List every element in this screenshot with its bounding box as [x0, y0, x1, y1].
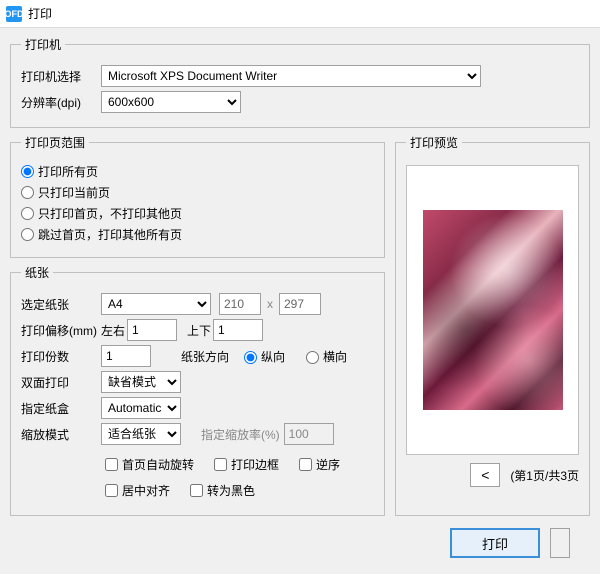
print-button[interactable]: 打印 [450, 528, 540, 558]
preview-box [406, 165, 579, 455]
chk-reverse[interactable]: 逆序 [295, 455, 340, 474]
offset-ud-input[interactable] [213, 319, 263, 341]
paper-size-label: 选定纸张 [21, 296, 101, 313]
scale-pct-input [284, 423, 334, 445]
lr-label: 左右 [101, 322, 125, 339]
dpi-label: 分辨率(dpi) [21, 94, 101, 111]
preview-group: 打印预览 < (第1页/共3页 [395, 134, 590, 516]
range-legend: 打印页范围 [21, 134, 89, 151]
bin-label: 指定纸盒 [21, 400, 101, 417]
chk-center[interactable]: 居中对齐 [101, 481, 170, 500]
ud-label: 上下 [187, 322, 211, 339]
dpi-select[interactable]: 600x600 [101, 91, 241, 113]
range-all-radio[interactable] [21, 165, 34, 178]
window-title: 打印 [28, 5, 52, 22]
copies-label: 打印份数 [21, 348, 101, 365]
scale-pct-label: 指定缩放率(%) [201, 426, 280, 443]
scale-select[interactable]: 适合纸张 [101, 423, 181, 445]
printer-group: 打印机 打印机选择 Microsoft XPS Document Writer … [10, 36, 590, 128]
range-current-radio[interactable] [21, 186, 34, 199]
range-all[interactable]: 打印所有页 [21, 163, 374, 180]
x-sep: x [267, 297, 273, 311]
range-skip-radio[interactable] [21, 228, 34, 241]
preview-legend: 打印预览 [406, 134, 462, 151]
duplex-label: 双面打印 [21, 374, 101, 391]
duplex-select[interactable]: 缺省模式 [101, 371, 181, 393]
printer-select[interactable]: Microsoft XPS Document Writer [101, 65, 481, 87]
chk-black[interactable]: 转为黑色 [186, 481, 255, 500]
app-icon: OFD [6, 6, 22, 22]
titlebar: OFD 打印 [0, 0, 600, 28]
offset-label: 打印偏移(mm) [21, 322, 101, 339]
range-first-radio[interactable] [21, 207, 34, 220]
orient-portrait[interactable]: 纵向 [239, 348, 285, 365]
paper-legend: 纸张 [21, 264, 53, 281]
secondary-button[interactable] [550, 528, 570, 558]
paper-width [219, 293, 261, 315]
bin-select[interactable]: Automatic [101, 397, 181, 419]
printer-select-label: 打印机选择 [21, 68, 101, 85]
range-skip[interactable]: 跳过首页，打印其他所有页 [21, 226, 374, 243]
paper-size-select[interactable]: A4 [101, 293, 211, 315]
paper-height [279, 293, 321, 315]
copies-input[interactable] [101, 345, 151, 367]
prev-page-button[interactable]: < [470, 463, 500, 487]
chk-autorotate[interactable]: 首页自动旋转 [101, 455, 194, 474]
printer-legend: 打印机 [21, 36, 65, 53]
range-group: 打印页范围 打印所有页 只打印当前页 只打印首页，不打印其他页 跳过首页，打印其… [10, 134, 385, 258]
range-first[interactable]: 只打印首页，不打印其他页 [21, 205, 374, 222]
orient-landscape[interactable]: 横向 [301, 348, 347, 365]
scale-label: 缩放模式 [21, 426, 101, 443]
preview-image [423, 210, 563, 410]
chk-border[interactable]: 打印边框 [210, 455, 279, 474]
orient-label: 纸张方向 [181, 348, 229, 365]
range-current[interactable]: 只打印当前页 [21, 184, 374, 201]
paper-group: 纸张 选定纸张 A4 x 打印偏移(mm) 左右 上下 [10, 264, 385, 516]
page-info: (第1页/共3页 [510, 467, 579, 484]
offset-lr-input[interactable] [127, 319, 177, 341]
